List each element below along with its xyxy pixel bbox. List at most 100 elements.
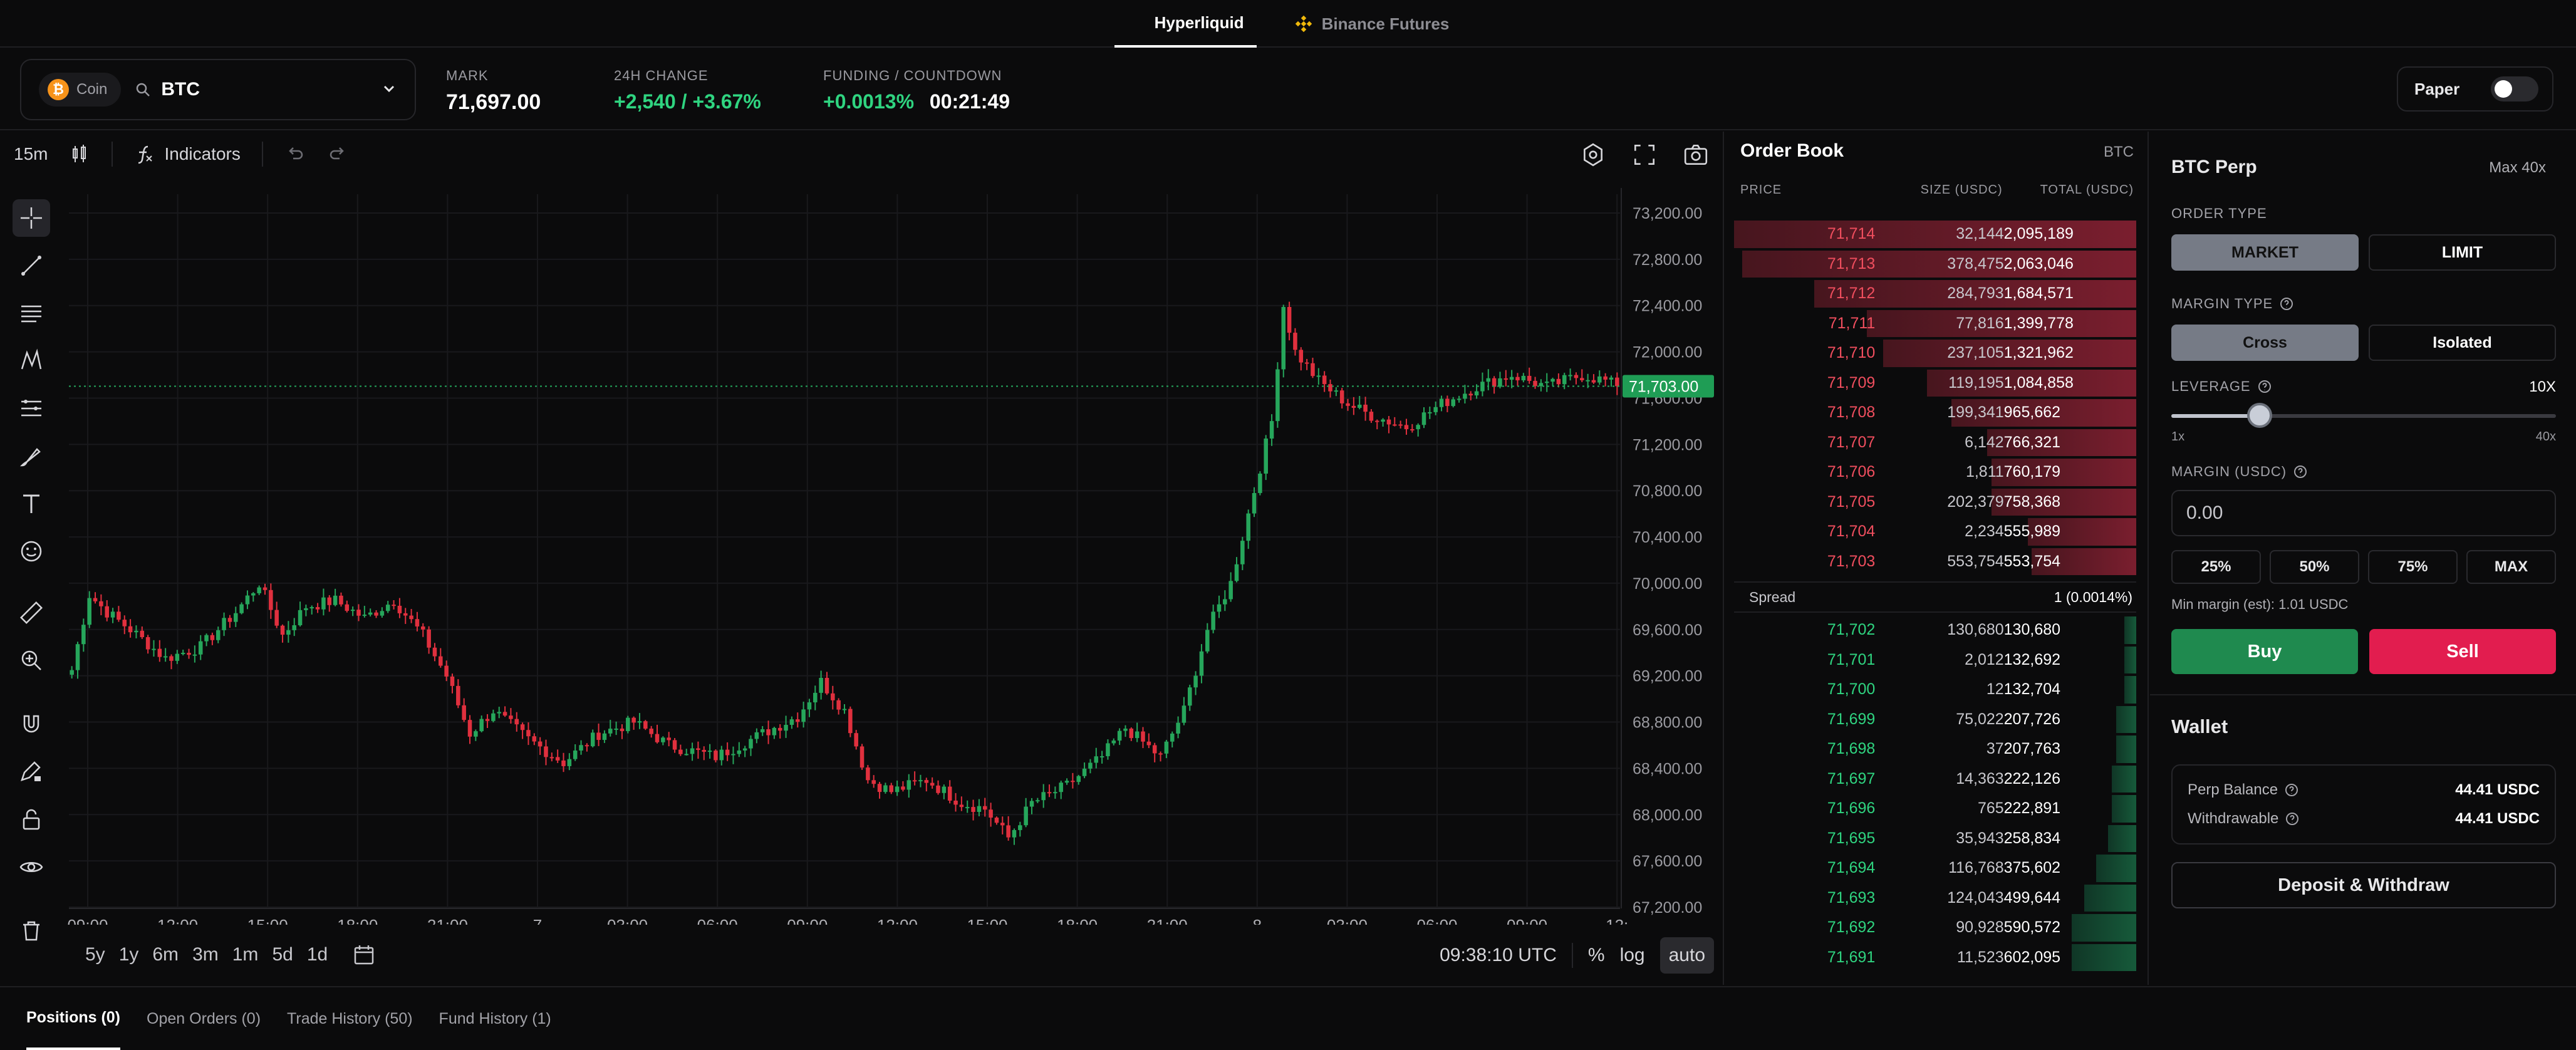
range-button-5y[interactable]: 5y (85, 944, 105, 965)
candle-body (1275, 369, 1280, 422)
ask-total: 965,662 (2003, 403, 2061, 422)
range-button-3m[interactable]: 3m (192, 944, 219, 965)
account-tab[interactable]: Open Orders (0) (147, 987, 261, 1050)
candle-body (1579, 378, 1584, 380)
bid-row[interactable]: 71,698 37 207,763 (1734, 734, 2136, 764)
ask-row[interactable]: 71,703 553,754 553,754 (1734, 547, 2136, 577)
ask-row[interactable]: 71,704 2,234 555,989 (1734, 517, 2136, 547)
limit-order-button[interactable]: LIMIT (2369, 234, 2556, 271)
help-icon[interactable] (2279, 296, 2294, 311)
price-chart[interactable]: 73,200.0072,800.0072,400.0072,000.0071,6… (63, 188, 1723, 925)
bid-row[interactable]: 71,693 124,043 499,644 (1734, 883, 2136, 913)
magnet-tool[interactable] (13, 705, 50, 743)
margin-pct-button[interactable]: 75% (2368, 550, 2458, 584)
log-scale-button[interactable]: log (1620, 945, 1645, 966)
indicators-button[interactable]: Indicators (134, 143, 241, 165)
coin-search[interactable]: BTC (135, 79, 381, 100)
prediction-tool[interactable] (13, 390, 50, 427)
fullscreen-icon[interactable] (1631, 142, 1658, 168)
ask-row[interactable]: 71,710 237,105 1,321,962 (1734, 338, 2136, 368)
account-tab[interactable]: Fund History (1) (439, 987, 551, 1050)
redo-icon[interactable] (327, 143, 348, 165)
percent-scale-button[interactable]: % (1588, 945, 1605, 966)
emoji-tool[interactable] (13, 533, 50, 570)
ask-row[interactable]: 71,708 199,341 965,662 (1734, 398, 2136, 428)
bid-row[interactable]: 71,694 116,768 375,602 (1734, 853, 2136, 883)
delete-tool[interactable] (13, 912, 50, 950)
bid-row[interactable]: 71,702 130,680 130,680 (1734, 615, 2136, 645)
settings-icon[interactable] (1580, 142, 1606, 168)
range-button-1m[interactable]: 1m (232, 944, 259, 965)
calendar-icon[interactable] (353, 943, 375, 966)
help-icon[interactable] (2284, 782, 2299, 798)
account-tab[interactable]: Trade History (50) (287, 987, 413, 1050)
lock-tool[interactable] (13, 801, 50, 838)
trendline-tool[interactable] (13, 247, 50, 284)
bid-row[interactable]: 71,691 11,523 602,095 (1734, 943, 2136, 973)
bid-row[interactable]: 71,697 14,363 222,126 (1734, 764, 2136, 794)
ask-row[interactable]: 71,711 77,816 1,399,778 (1734, 309, 2136, 339)
range-button-5d[interactable]: 5d (272, 944, 293, 965)
margin-pct-button[interactable]: 50% (2270, 550, 2359, 584)
bid-row[interactable]: 71,696 765 222,891 (1734, 794, 2136, 824)
candle-body (1264, 438, 1268, 474)
coin-selector[interactable]: ₿ Coin BTC (20, 59, 416, 120)
ask-row[interactable]: 71,707 6,142 766,321 (1734, 428, 2136, 458)
zoom-tool[interactable] (13, 642, 50, 679)
market-order-button[interactable]: MARKET (2171, 234, 2359, 271)
margin-pct-button[interactable]: MAX (2466, 550, 2556, 584)
interval-button[interactable]: 15m (14, 144, 48, 164)
pattern-tool[interactable] (13, 342, 50, 380)
margin-pct-button[interactable]: 25% (2171, 550, 2261, 584)
camera-icon[interactable] (1683, 142, 1709, 168)
lock-drawing-tool[interactable] (13, 753, 50, 791)
margin-label: MARGIN (USDC) (2171, 464, 2308, 480)
ask-row[interactable]: 71,714 32,144 2,095,189 (1734, 219, 2136, 249)
ask-row[interactable]: 71,706 1,811 760,179 (1734, 457, 2136, 487)
range-button-1y[interactable]: 1y (119, 944, 139, 965)
ask-row[interactable]: 71,705 202,379 758,368 (1734, 487, 2136, 517)
cross-margin-button[interactable]: Cross (2171, 325, 2359, 361)
candle-body (93, 598, 98, 601)
help-icon[interactable] (2293, 464, 2308, 479)
crosshair-tool[interactable] (13, 199, 50, 237)
visibility-tool[interactable] (13, 848, 50, 886)
leverage-slider[interactable] (2171, 403, 2556, 428)
range-button-1d[interactable]: 1d (307, 944, 328, 965)
bid-row[interactable]: 71,699 75,022 207,726 (1734, 705, 2136, 735)
isolated-margin-button[interactable]: Isolated (2369, 325, 2556, 361)
bid-row[interactable]: 71,701 2,012 132,692 (1734, 645, 2136, 675)
candle-body (210, 635, 215, 640)
margin-input[interactable]: 0.00 (2171, 490, 2556, 536)
candle-style-icon[interactable] (69, 143, 90, 165)
ask-row[interactable]: 71,712 284,793 1,684,571 (1734, 279, 2136, 309)
tab-binance-futures[interactable]: Binance Futures (1282, 0, 1462, 48)
bid-row[interactable]: 71,692 90,928 590,572 (1734, 913, 2136, 943)
brush-tool[interactable] (13, 437, 50, 475)
buy-button[interactable]: Buy (2171, 629, 2358, 674)
text-tool[interactable] (13, 485, 50, 522)
ask-size: 32,144 (1956, 225, 2004, 243)
fib-tool[interactable] (13, 294, 50, 332)
ask-row[interactable]: 71,709 119,195 1,084,858 (1734, 368, 2136, 398)
slider-handle[interactable] (2247, 403, 2273, 428)
tab-hyperliquid[interactable]: Hyperliquid (1114, 0, 1257, 48)
sell-button[interactable]: Sell (2369, 629, 2556, 674)
paper-toggle[interactable] (2491, 76, 2538, 101)
paper-mode-switch[interactable]: Paper (2397, 66, 2553, 112)
help-icon[interactable] (2257, 379, 2272, 394)
deposit-withdraw-button[interactable]: Deposit & Withdraw (2171, 862, 2556, 908)
ruler-tool[interactable] (13, 594, 50, 632)
account-tab[interactable]: Positions (0) (26, 987, 121, 1050)
chevron-down-icon[interactable] (381, 80, 397, 100)
undo-icon[interactable] (284, 143, 306, 165)
candle-body (1064, 781, 1069, 783)
bid-row[interactable]: 71,695 35,943 258,834 (1734, 824, 2136, 854)
range-button-6m[interactable]: 6m (152, 944, 179, 965)
bid-row[interactable]: 71,700 12 132,704 (1734, 675, 2136, 705)
help-icon[interactable] (2285, 811, 2300, 826)
auto-scale-button[interactable]: auto (1659, 937, 1714, 974)
bid-size: 130,680 (1947, 621, 2004, 639)
candle-body (157, 648, 162, 657)
ask-row[interactable]: 71,713 378,475 2,063,046 (1734, 249, 2136, 279)
